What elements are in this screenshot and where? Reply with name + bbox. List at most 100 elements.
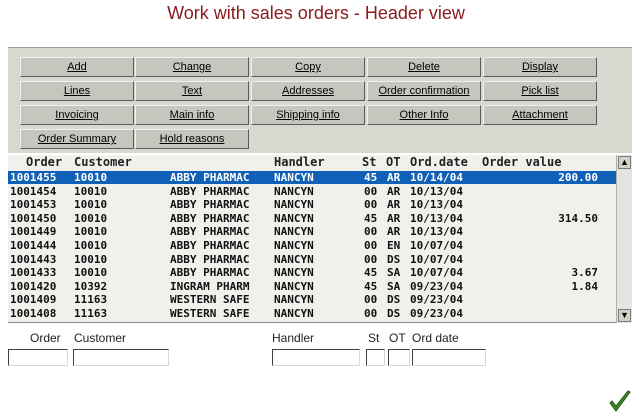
filter-order-input[interactable] [8,349,68,366]
filter-ot-input[interactable] [388,349,410,366]
cell-st: 45 [364,171,378,184]
filter-orddate-label: Ord date [412,331,459,345]
display-button[interactable]: Display [483,57,597,77]
addresses-button[interactable]: Addresses [251,81,365,101]
scroll-up-icon[interactable]: ▲ [618,156,631,169]
order-confirmation-button[interactable]: Order confirmation [367,81,481,101]
add-button[interactable]: Add [20,57,134,77]
cell-customer-no: 10010 [74,171,108,184]
cell-ot: SA [387,266,401,280]
checkmark-icon[interactable] [608,389,632,415]
cell-orddate: 10/13/04 [410,225,463,239]
cell-orddate: 10/13/04 [410,184,463,198]
change-button[interactable]: Change [135,57,249,77]
filter-orddate-input[interactable] [412,349,486,366]
filter-handler-input[interactable] [272,349,360,366]
copy-button[interactable]: Copy [251,57,365,77]
cell-ot: AR [387,171,401,184]
column-header-order-value[interactable]: Order value [482,155,561,170]
table-row[interactable]: 1001453 10010 ABBY PHARMAC NANCYN 00 AR 10/13/… [8,198,616,211]
table-row[interactable]: 1001443 10010 ABBY PHARMAC NANCYN 00 DS 10/07/… [8,253,616,266]
cell-orddate: 09/23/04 [410,293,463,307]
cell-handler: NANCYN [274,225,314,239]
shipping-info-button[interactable]: Shipping info [251,105,365,125]
cell-ot: AR [387,225,401,239]
column-header-handler[interactable]: Handler [274,155,325,170]
filter-order-label: Order [30,331,61,345]
cell-customer-no: 11163 [74,293,108,307]
cell-order: 1001408 [10,307,57,320]
cell-ot: DS [387,293,401,307]
cell-order: 1001455 [10,171,57,184]
table-row[interactable]: 1001454 10010 ABBY PHARMAC NANCYN 00 AR 10/13/… [8,185,616,198]
column-header-st[interactable]: St [362,155,376,170]
main-info-button[interactable]: Main info [135,105,249,125]
hold-reasons-button[interactable]: Hold reasons [135,129,249,149]
cell-st: 00 [364,252,378,266]
cell-order: 1001453 [10,198,57,212]
attachment-button[interactable]: Attachment [483,105,597,125]
cell-order: 1001444 [10,239,57,252]
cell-orddate: 09/23/04 [410,279,463,293]
pick-list-button[interactable]: Pick list [483,81,597,101]
cell-customer-no: 10010 [74,239,108,252]
text-button[interactable]: Text [135,81,249,101]
invoicing-button[interactable]: Invoicing [20,105,134,125]
cell-ot: EN [387,239,401,252]
table-row[interactable]: 1001409 11163 WESTERN SAFE NANCYN 00 DS 09/23/… [8,293,616,306]
cell-order: 1001454 [10,184,57,198]
column-header-ot[interactable]: OT [386,155,400,170]
cell-st: 00 [364,307,378,320]
cell-ot: AR [387,211,401,225]
table-row[interactable]: 1001455 10010 ABBY PHARMAC NANCYN 45 AR 10/14/… [8,171,616,184]
table-row[interactable]: 1001450 10010 ABBY PHARMAC NANCYN 45 AR 10/13/… [8,212,616,225]
scroll-down-icon[interactable]: ▼ [618,309,631,322]
cell-order: 1001433 [10,266,57,280]
table-row[interactable]: 1001449 10010 ABBY PHARMAC NANCYN 00 AR 10/13/… [8,225,616,238]
other-info-button[interactable]: Other Info [367,105,481,125]
grid-scrollbar[interactable]: ▲ ▼ [616,155,632,323]
cell-handler: NANCYN [274,211,314,225]
filter-customer-input[interactable] [73,349,169,366]
column-header-orddate[interactable]: Ord.date [410,155,468,170]
cell-orddate: 10/13/04 [410,211,463,225]
column-header-order[interactable]: Order [26,155,62,170]
cell-order-value: 1.84 [571,279,599,293]
cell-orddate: 10/07/04 [410,266,463,280]
column-header-customer[interactable]: Customer [74,155,132,170]
table-row[interactable]: 1001408 11163 WESTERN SAFE NANCYN 00 DS 09/23/… [8,307,616,320]
cell-customer-no: 11163 [74,307,108,320]
lines-button[interactable]: Lines [20,81,134,101]
table-row[interactable]: 1001444 10010 ABBY PHARMAC NANCYN 00 EN 10/07/… [8,239,616,252]
cell-customer-name: ABBY PHARMAC [170,184,250,198]
cell-handler: NANCYN [274,307,314,320]
cell-handler: NANCYN [274,198,314,212]
cell-st: 45 [364,266,378,280]
cell-handler: NANCYN [274,279,314,293]
cell-order: 1001409 [10,293,57,307]
cell-order: 1001449 [10,225,57,239]
cell-customer-name: ABBY PHARMAC [170,198,250,212]
cell-customer-name: WESTERN SAFE [170,307,250,320]
cell-customer-name: ABBY PHARMAC [170,252,250,266]
cell-customer-no: 10010 [74,211,108,225]
toolbar-panel: Add Change Copy Delete Display Lines Tex… [8,47,632,153]
cell-orddate: 10/07/04 [410,252,463,266]
order-summary-button[interactable]: Order Summary [20,129,134,149]
cell-customer-no: 10010 [74,252,108,266]
cell-customer-no: 10010 [74,198,108,212]
filter-st-input[interactable] [366,349,385,366]
cell-st: 00 [364,225,378,239]
cell-customer-no: 10010 [74,225,108,239]
cell-customer-no: 10010 [74,266,108,280]
orders-grid: Order Customer Handler St OT Ord.date Or… [8,155,632,323]
cell-ot: DS [387,307,401,320]
table-row[interactable]: 1001420 10392 INGRAM PHARM NANCYN 45 SA 09/23/… [8,280,616,293]
cell-customer-name: WESTERN SAFE [170,293,250,307]
cell-ot: AR [387,198,401,212]
cell-ot: SA [387,279,401,293]
table-row[interactable]: 1001433 10010 ABBY PHARMAC NANCYN 45 SA 10/07/… [8,266,616,279]
delete-button[interactable]: Delete [367,57,481,77]
cell-customer-name: ABBY PHARMAC [170,225,250,239]
cell-order: 1001420 [10,279,57,293]
